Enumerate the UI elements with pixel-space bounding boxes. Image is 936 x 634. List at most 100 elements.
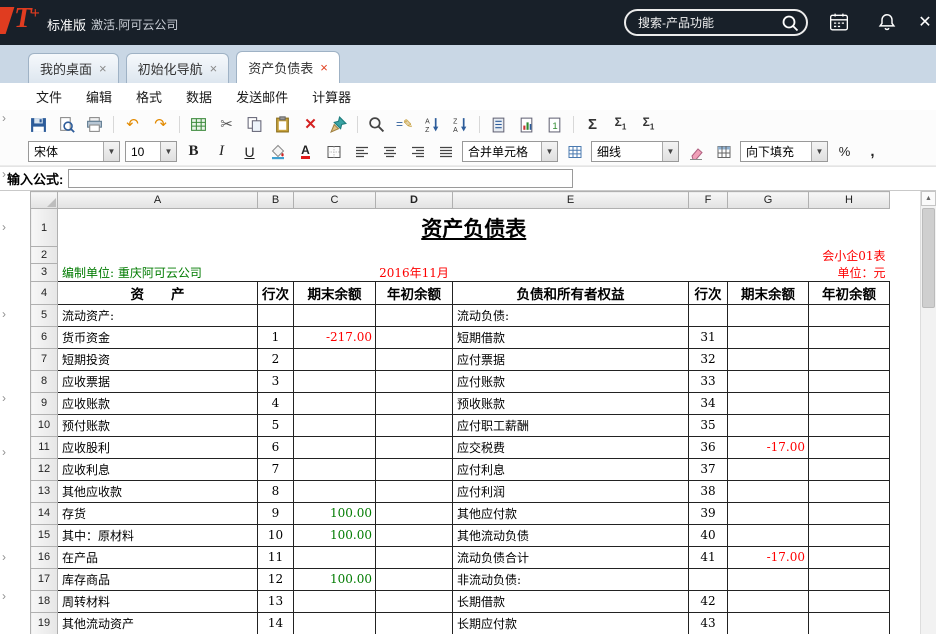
menu-item-3[interactable]: 格式	[124, 87, 174, 106]
cut-icon[interactable]: ✂	[214, 112, 239, 136]
select-all-corner[interactable]	[30, 191, 58, 209]
cell-E9[interactable]: 预收账款	[452, 391, 689, 415]
cell-A9[interactable]: 应收账款	[57, 391, 258, 415]
tab-close-icon[interactable]: ×	[210, 62, 218, 75]
cell-C3[interactable]	[294, 264, 376, 282]
cell-C9[interactable]	[293, 391, 376, 415]
cell-C17[interactable]: 100.00	[293, 567, 376, 591]
cell-E19[interactable]: 长期应付款	[452, 611, 689, 634]
cell-E10[interactable]: 应付职工薪酬	[452, 413, 689, 437]
cell-H11[interactable]	[808, 435, 890, 459]
cell-A8[interactable]: 应收票据	[57, 369, 258, 393]
cell-D12[interactable]	[375, 457, 453, 481]
cell-D10[interactable]	[375, 413, 453, 437]
cell-H6[interactable]	[808, 325, 890, 349]
report-period[interactable]: 2016年11月	[376, 264, 453, 282]
cell-D14[interactable]	[375, 501, 453, 525]
cell-F10[interactable]: 35	[688, 413, 728, 437]
cell-C7[interactable]	[293, 347, 376, 371]
delete-icon[interactable]: ✕	[298, 112, 323, 136]
cell-B16[interactable]: 11	[257, 545, 294, 569]
notification-bell-icon[interactable]	[876, 11, 898, 33]
cell-E7[interactable]: 应付票据	[452, 347, 689, 371]
cell-F5[interactable]	[688, 303, 728, 327]
grid-borders-button[interactable]	[563, 140, 586, 163]
cell-E5[interactable]: 流动负债:	[452, 303, 689, 327]
row-header-11[interactable]: 11	[30, 435, 58, 459]
cell-G19[interactable]	[727, 611, 809, 634]
cell-F15[interactable]: 40	[688, 523, 728, 547]
cell-B19[interactable]: 14	[257, 611, 294, 634]
format-painter-icon[interactable]	[326, 112, 351, 136]
cell-E15[interactable]: 其他流动负债	[452, 523, 689, 547]
cell-C12[interactable]	[293, 457, 376, 481]
cell-G3[interactable]	[728, 264, 809, 282]
cell-D8[interactable]	[375, 369, 453, 393]
cell-A16[interactable]: 在产品	[57, 545, 258, 569]
cell-E18[interactable]: 长期借款	[452, 589, 689, 613]
paste-icon[interactable]	[270, 112, 295, 136]
align-center-button[interactable]	[378, 140, 401, 163]
tab-1[interactable]: 我的桌面 ×	[28, 53, 119, 83]
cell-G8[interactable]	[727, 369, 809, 393]
cell-B6[interactable]: 1	[257, 325, 294, 349]
row-header-17[interactable]: 17	[30, 567, 58, 591]
cell-B8[interactable]: 3	[257, 369, 294, 393]
cell-B10[interactable]: 5	[257, 413, 294, 437]
cell-H10[interactable]	[808, 413, 890, 437]
close-icon[interactable]: ✕	[914, 11, 936, 33]
font-color-button[interactable]: A	[294, 140, 317, 163]
cell-A5[interactable]: 流动资产:	[57, 303, 258, 327]
menu-item-5[interactable]: 发送邮件	[224, 87, 300, 106]
cell-H13[interactable]	[808, 479, 890, 503]
cell-A10[interactable]: 预付账款	[57, 413, 258, 437]
fill-color-button[interactable]	[266, 140, 289, 163]
cell-B9[interactable]: 4	[257, 391, 294, 415]
align-right-button[interactable]	[406, 140, 429, 163]
tab-3[interactable]: 资产负债表 ×	[236, 51, 340, 83]
cell-H15[interactable]	[808, 523, 890, 547]
row-header-10[interactable]: 10	[30, 413, 58, 437]
menu-item-4[interactable]: 数据	[174, 87, 224, 106]
cell-D9[interactable]	[375, 391, 453, 415]
column-header-F[interactable]: F	[688, 191, 728, 209]
column-header-A[interactable]: A	[57, 191, 258, 209]
header-ending-balance[interactable]: 期末余额	[293, 280, 376, 305]
column-header-B[interactable]: B	[257, 191, 294, 209]
column-header-C[interactable]: C	[293, 191, 376, 209]
panel-expand-chevron-icon[interactable]: ›	[2, 112, 14, 124]
row-header-19[interactable]: 19	[30, 611, 58, 634]
cell-G15[interactable]	[727, 523, 809, 547]
cell-F9[interactable]: 34	[688, 391, 728, 415]
row-header-7[interactable]: 7	[30, 347, 58, 371]
cell-B11[interactable]: 6	[257, 435, 294, 459]
cell-G11[interactable]: -17.00	[727, 435, 809, 459]
eraser-button[interactable]	[684, 140, 707, 163]
line-style-select[interactable]: 细线 ▼	[591, 141, 679, 162]
cell-G16[interactable]: -17.00	[727, 545, 809, 569]
cell-H19[interactable]	[808, 611, 890, 634]
paste-value-icon[interactable]: 1	[542, 112, 567, 136]
comma-format-button[interactable]: ,	[861, 140, 884, 163]
panel-expand-chevron-icon[interactable]: ›	[2, 590, 14, 602]
cell-E17[interactable]: 非流动负债:	[452, 567, 689, 591]
cell-G5[interactable]	[727, 303, 809, 327]
report-title[interactable]: 资产负债表	[58, 209, 890, 247]
column-header-E[interactable]: E	[452, 191, 689, 209]
cell-H17[interactable]	[808, 567, 890, 591]
cell-H8[interactable]	[808, 369, 890, 393]
cell-F13[interactable]: 38	[688, 479, 728, 503]
copy-icon[interactable]	[242, 112, 267, 136]
search-input[interactable]	[626, 14, 781, 31]
row-header-4[interactable]: 4	[30, 280, 58, 305]
cell-A15[interactable]: 其中：原材料	[57, 523, 258, 547]
cell-A6[interactable]: 货币资金	[57, 325, 258, 349]
cell-D16[interactable]	[375, 545, 453, 569]
row-header-8[interactable]: 8	[30, 369, 58, 393]
cell-A18[interactable]: 周转材料	[57, 589, 258, 613]
cell-D6[interactable]	[375, 325, 453, 349]
edit-formula-icon[interactable]: =✎	[392, 112, 417, 136]
cell-B5[interactable]	[257, 303, 294, 327]
cell-D17[interactable]	[375, 567, 453, 591]
tab-2[interactable]: 初始化导航 ×	[125, 53, 230, 83]
